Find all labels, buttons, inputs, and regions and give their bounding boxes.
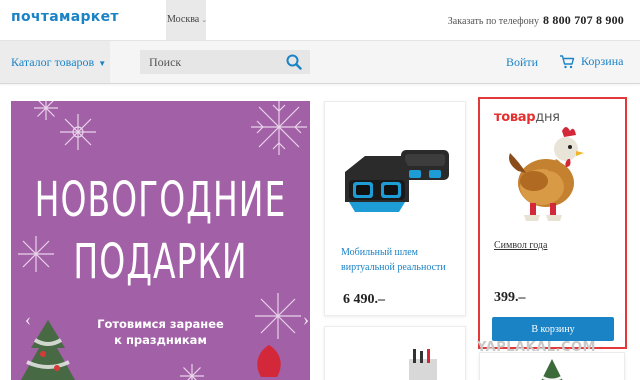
product-card[interactable]	[479, 352, 625, 380]
product-image	[409, 349, 437, 380]
christmas-tree-icon	[21, 320, 75, 380]
add-to-cart-button[interactable]: В корзину	[492, 317, 614, 341]
search-box	[140, 50, 310, 74]
catalog-label: Каталог товаров	[11, 55, 95, 69]
city-label: Москва	[167, 14, 200, 25]
catalog-button[interactable]: Каталог товаров ▼	[0, 41, 110, 83]
next-slide-button[interactable]: ›	[303, 309, 309, 330]
vr-headset-image	[345, 150, 449, 212]
search-icon[interactable]	[286, 54, 302, 70]
login-link[interactable]: Войти	[506, 55, 538, 70]
ornament-icon	[257, 345, 281, 377]
deal-product-price: 399.–	[494, 290, 526, 305]
cart-link[interactable]: Корзина	[559, 54, 623, 69]
toy-rooster-image	[509, 127, 584, 221]
top-bar: почтамаркет Москва ⌄ Заказать по телефону…	[0, 0, 640, 40]
phone-number[interactable]: 8 800 707 8 900	[543, 13, 624, 27]
product-name-link[interactable]: Мобильный шлем виртуальной реальности	[341, 245, 451, 275]
product-card[interactable]	[324, 326, 466, 380]
phone-label: Заказать по телефону	[447, 16, 539, 27]
city-selector[interactable]: Москва ⌄	[166, 0, 208, 40]
snowflake-icon	[180, 364, 204, 380]
product-card[interactable]: Мобильный шлем виртуальной реальности 6 …	[324, 101, 466, 316]
phone-info: Заказать по телефону 8 800 707 8 900	[448, 13, 624, 28]
product-price: 6 490.–	[343, 292, 385, 307]
deal-product-name-link[interactable]: Символ года	[494, 240, 547, 251]
snowflake-icon	[34, 101, 58, 120]
snowflake-icon	[251, 101, 307, 155]
cart-icon	[560, 54, 575, 68]
chevron-down-icon: ▼	[98, 59, 107, 68]
chevron-down-icon: ⌄	[201, 16, 208, 24]
site-logo[interactable]: почтамаркет	[11, 9, 119, 25]
search-input[interactable]	[140, 50, 280, 74]
watermark: YAPLAKAL.COM	[477, 340, 596, 355]
banner-title-line2: ПОДАРКИ	[73, 233, 248, 290]
banner-title-line1: НОВОГОДНИЕ	[34, 171, 287, 228]
deal-of-the-day-card[interactable]: товардня Символ года 399.– В корзину	[478, 97, 627, 349]
snowflake-icon	[60, 114, 96, 150]
nav-bar: Каталог товаров▼ Войти Корзина	[0, 40, 640, 84]
promo-banner[interactable]: НОВОГОДНИЕ ПОДАРКИ Готовимся заранее к п…	[11, 101, 310, 380]
cart-label: Корзина	[581, 54, 624, 68]
product-image	[541, 359, 563, 380]
